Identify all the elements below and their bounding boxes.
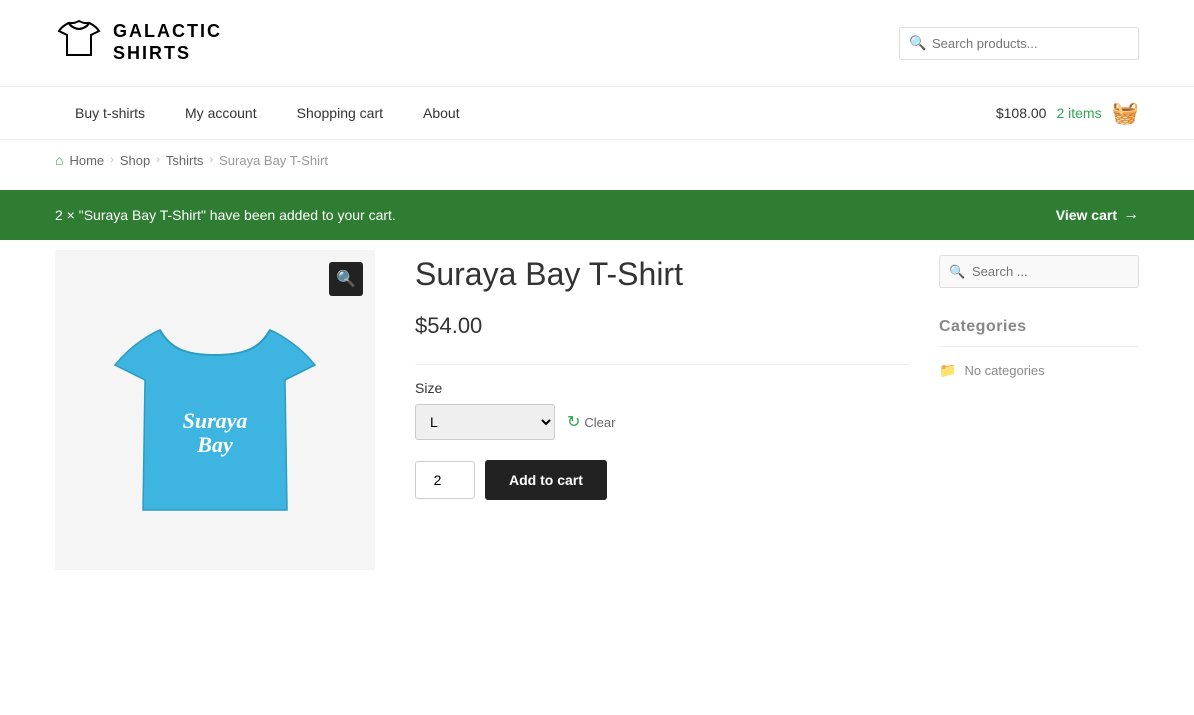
- product-section: 🔍 Suraya Bay Suraya Bay: [55, 250, 909, 570]
- sidebar: 🔍 Categories 📁 No categories: [939, 250, 1139, 570]
- cart-items-link[interactable]: 2 items: [1056, 105, 1101, 121]
- no-categories-text: No categories: [964, 363, 1044, 378]
- refresh-icon: ↻: [567, 412, 580, 432]
- breadcrumb-current: Suraya Bay T-Shirt: [219, 153, 328, 168]
- product-details: Suraya Bay T-Shirt $54.00 Size S M L XL …: [415, 250, 909, 570]
- breadcrumb-home[interactable]: Home: [69, 153, 104, 168]
- main-nav: Buy t-shirts My account Shopping cart Ab…: [0, 87, 1194, 140]
- zoom-button[interactable]: 🔍: [329, 262, 363, 296]
- size-label: Size: [415, 380, 909, 396]
- no-categories: 📁 No categories: [939, 362, 1139, 379]
- categories-title: Categories: [939, 318, 1139, 336]
- cart-summary: $108.00 2 items 🧺: [996, 100, 1139, 126]
- breadcrumb: ⌂ Home › Shop › Tshirts › Suraya Bay T-S…: [0, 140, 1194, 180]
- product-image: Suraya Bay: [105, 280, 325, 540]
- size-select[interactable]: S M L XL XXL: [415, 404, 555, 440]
- search-icon: 🔍: [909, 35, 926, 52]
- nav-shopping-cart[interactable]: Shopping cart: [277, 87, 403, 139]
- header: GALACTIC SHIRTS 🔍: [0, 0, 1194, 87]
- breadcrumb-sep-1: ›: [110, 154, 114, 166]
- clear-button[interactable]: ↻ Clear: [567, 412, 615, 432]
- sidebar-search: 🔍: [939, 255, 1139, 288]
- logo[interactable]: GALACTIC SHIRTS: [55, 15, 222, 71]
- svg-text:Suraya: Suraya: [183, 408, 248, 433]
- nav-links: Buy t-shirts My account Shopping cart Ab…: [55, 87, 480, 139]
- main-content: 🔍 Suraya Bay Suraya Bay: [0, 250, 1194, 610]
- sidebar-search-icon: 🔍: [949, 264, 965, 280]
- categories-divider: [939, 346, 1139, 347]
- clear-label: Clear: [584, 415, 615, 430]
- home-icon: ⌂: [55, 152, 63, 168]
- header-search-input[interactable]: [899, 27, 1139, 60]
- notification-bar: 2 × "Suraya Bay T-Shirt" have been added…: [0, 190, 1194, 240]
- view-cart-button[interactable]: View cart: [1056, 206, 1139, 224]
- product-price: $54.00: [415, 313, 909, 339]
- breadcrumb-sep-2: ›: [156, 154, 160, 166]
- sidebar-search-input[interactable]: [939, 255, 1139, 288]
- breadcrumb-tshirts[interactable]: Tshirts: [166, 153, 204, 168]
- folder-icon: 📁: [939, 362, 956, 379]
- product-image-container: 🔍 Suraya Bay: [55, 250, 375, 570]
- product-divider: [415, 364, 909, 365]
- cart-amount: $108.00: [996, 105, 1047, 121]
- breadcrumb-shop[interactable]: Shop: [120, 153, 150, 168]
- nav-buy-tshirts[interactable]: Buy t-shirts: [55, 87, 165, 139]
- add-to-cart-row: Add to cart: [415, 460, 909, 500]
- size-row: S M L XL XXL ↻ Clear: [415, 404, 909, 440]
- notification-message: 2 × "Suraya Bay T-Shirt" have been added…: [55, 207, 396, 223]
- logo-text: GALACTIC SHIRTS: [113, 21, 222, 64]
- product-title: Suraya Bay T-Shirt: [415, 255, 909, 293]
- cart-basket-icon: 🧺: [1112, 100, 1139, 126]
- logo-icon: [55, 15, 103, 71]
- header-search: 🔍: [899, 27, 1139, 60]
- nav-my-account[interactable]: My account: [165, 87, 277, 139]
- quantity-input[interactable]: [415, 461, 475, 499]
- zoom-icon: 🔍: [336, 269, 356, 289]
- svg-text:Bay: Bay: [196, 432, 233, 457]
- nav-about[interactable]: About: [403, 87, 480, 139]
- add-to-cart-button[interactable]: Add to cart: [485, 460, 607, 500]
- breadcrumb-sep-3: ›: [209, 154, 213, 166]
